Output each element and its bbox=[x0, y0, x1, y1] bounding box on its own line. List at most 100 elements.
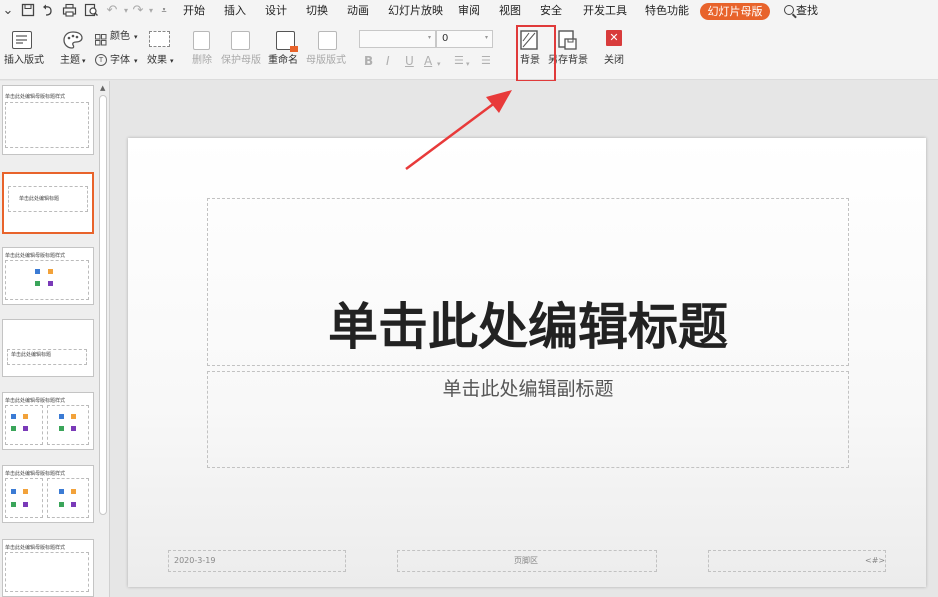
slide-title: 单击此处编辑标题 bbox=[328, 298, 728, 356]
search-button[interactable]: 查找 bbox=[784, 3, 818, 19]
footer-text: 页脚区 bbox=[514, 556, 538, 565]
image-icon bbox=[59, 502, 64, 507]
underline-button[interactable]: U bbox=[405, 54, 414, 68]
effects-dropdown-icon[interactable]: ▾ bbox=[170, 55, 174, 67]
slide-thumbnail[interactable]: 单击此处编辑母版标题样式 bbox=[2, 392, 94, 450]
print-preview-icon[interactable] bbox=[83, 3, 99, 19]
font-color-dropdown-icon[interactable]: ▾ bbox=[437, 57, 441, 71]
bullet-list-icon[interactable]: ☰ bbox=[454, 54, 464, 68]
menu-review[interactable]: 审阅 bbox=[458, 4, 480, 18]
insert-layout-button[interactable]: 插入版式 bbox=[4, 55, 44, 67]
colors-dropdown-icon[interactable]: ▾ bbox=[134, 31, 138, 43]
slide-number-placeholder[interactable] bbox=[708, 550, 886, 572]
menu-bar: ⌄ ↶ ▾ ↷ ▾ ⩡ 开始 插入 设计 切换 动画 幻灯片放映 审阅 视图 安… bbox=[0, 0, 938, 24]
media-icon bbox=[71, 502, 76, 507]
ribbon-toolbar: 插入版式 主题 ▾ 颜色 ▾ T 字体 ▾ 效果 ▾ 删除 保护母版 重命名 母… bbox=[0, 24, 938, 80]
menu-slideshow[interactable]: 幻灯片放映 bbox=[388, 4, 443, 18]
rename-icon[interactable] bbox=[276, 31, 298, 52]
theme-dropdown-icon[interactable]: ▾ bbox=[82, 55, 86, 67]
fonts-dropdown-icon[interactable]: ▾ bbox=[134, 55, 138, 67]
thumbnail-title: 单击此处编辑标题 bbox=[19, 196, 60, 202]
scroll-up-icon[interactable]: ▲ bbox=[100, 84, 105, 92]
menu-special-features[interactable]: 特色功能 bbox=[645, 4, 689, 18]
slide-thumbnail[interactable]: 单击此处编辑母版标题样式 bbox=[2, 539, 94, 597]
footer-date: 2020-3-19 bbox=[174, 556, 216, 565]
chevron-icon[interactable]: ⌄ bbox=[0, 3, 16, 19]
thumbnail-placeholder bbox=[5, 478, 43, 518]
slide-thumbnail-panel: ▲ 单击此处编辑母版标题样式 单击此处编辑标题 单击此处编辑母版标题样式 单击此… bbox=[0, 81, 110, 597]
menu-design[interactable]: 设计 bbox=[265, 4, 287, 18]
slide-thumbnail[interactable]: 单击此处编辑母版标题样式 bbox=[2, 247, 94, 305]
font-name-select[interactable] bbox=[359, 30, 436, 48]
thumbnail-title: 单击此处编辑母版标题样式 bbox=[5, 545, 66, 551]
media-icon bbox=[23, 426, 28, 431]
table-icon bbox=[11, 414, 16, 419]
search-label: 查找 bbox=[796, 4, 818, 17]
menu-security[interactable]: 安全 bbox=[540, 4, 562, 18]
slide-number: <#> bbox=[865, 556, 886, 565]
rename-button[interactable]: 重命名 bbox=[268, 55, 298, 67]
thumbnail-title: 单击此处编辑母版标题样式 bbox=[5, 94, 66, 100]
fonts-icon[interactable]: T bbox=[95, 54, 107, 66]
colors-button[interactable]: 颜色 bbox=[110, 31, 130, 43]
effects-icon[interactable] bbox=[149, 31, 170, 47]
thumbnail-title: 单击此处编辑母版标题样式 bbox=[5, 398, 66, 404]
menu-slide-master[interactable]: 幻灯片母版 bbox=[700, 3, 770, 20]
thumbnail-placeholder bbox=[47, 478, 89, 518]
menu-insert[interactable]: 插入 bbox=[224, 4, 246, 18]
slide-thumbnail[interactable]: 单击此处编辑标题 bbox=[2, 319, 94, 377]
image-icon bbox=[59, 426, 64, 431]
menu-view[interactable]: 视图 bbox=[499, 4, 521, 18]
bold-button[interactable]: B bbox=[364, 54, 373, 68]
font-color-button[interactable]: A bbox=[424, 54, 432, 68]
thumbnail-placeholder bbox=[47, 405, 89, 445]
slide-thumbnail[interactable]: 单击此处编辑母版标题样式 bbox=[2, 465, 94, 523]
slide-thumbnail-selected[interactable]: 单击此处编辑标题 bbox=[2, 172, 94, 234]
media-icon bbox=[71, 426, 76, 431]
menu-animations[interactable]: 动画 bbox=[347, 4, 369, 18]
fonts-button[interactable]: 字体 bbox=[110, 55, 130, 67]
menu-home[interactable]: 开始 bbox=[183, 4, 205, 18]
close-master-button[interactable]: 关闭 bbox=[604, 55, 624, 67]
thumbnail-placeholder bbox=[5, 405, 43, 445]
chart-icon bbox=[23, 489, 28, 494]
rename-badge bbox=[290, 46, 298, 52]
thumbnail-placeholder bbox=[5, 552, 89, 592]
italic-button[interactable]: I bbox=[386, 54, 390, 68]
bullet-list-dropdown-icon[interactable]: ▾ bbox=[466, 57, 470, 71]
theme-button[interactable]: 主题 bbox=[60, 55, 80, 67]
delete-button[interactable]: 删除 bbox=[192, 55, 212, 67]
numbered-list-icon[interactable]: ☰ bbox=[481, 54, 491, 68]
slide-thumbnail[interactable]: 单击此处编辑母版标题样式 bbox=[2, 85, 94, 155]
master-layout-button[interactable]: 母版版式 bbox=[306, 55, 346, 67]
save-icon[interactable] bbox=[20, 3, 36, 19]
chart-icon bbox=[48, 269, 53, 274]
menu-transitions[interactable]: 切换 bbox=[306, 4, 328, 18]
table-icon bbox=[11, 489, 16, 494]
undo-icon[interactable] bbox=[40, 3, 56, 19]
insert-layout-icon[interactable] bbox=[12, 31, 32, 49]
chart-icon bbox=[71, 414, 76, 419]
font-size-dropdown-icon[interactable]: ▾ bbox=[485, 34, 488, 41]
font-name-dropdown-icon[interactable]: ▾ bbox=[428, 34, 431, 41]
save-background-icon[interactable] bbox=[558, 30, 578, 54]
thumbnail-scrollbar[interactable] bbox=[99, 95, 107, 515]
menu-developer[interactable]: 开发工具 bbox=[583, 4, 627, 18]
background-highlight-box bbox=[516, 25, 556, 82]
colors-icon[interactable] bbox=[95, 31, 107, 50]
protect-master-button[interactable]: 保护母版 bbox=[221, 55, 261, 67]
effects-button[interactable]: 效果 bbox=[147, 55, 167, 67]
theme-icon[interactable] bbox=[62, 30, 84, 54]
print-icon[interactable] bbox=[61, 3, 77, 19]
search-icon bbox=[784, 5, 794, 15]
delete-icon[interactable] bbox=[193, 31, 210, 50]
close-icon[interactable]: ✕ bbox=[606, 30, 622, 46]
image-icon bbox=[35, 281, 40, 286]
image-icon bbox=[11, 426, 16, 431]
master-layout-icon[interactable] bbox=[318, 31, 337, 50]
table-icon bbox=[35, 269, 40, 274]
customize-icon[interactable]: ⩡ bbox=[156, 3, 172, 19]
chart-icon bbox=[23, 414, 28, 419]
protect-master-icon[interactable] bbox=[231, 31, 250, 50]
table-icon bbox=[59, 489, 64, 494]
